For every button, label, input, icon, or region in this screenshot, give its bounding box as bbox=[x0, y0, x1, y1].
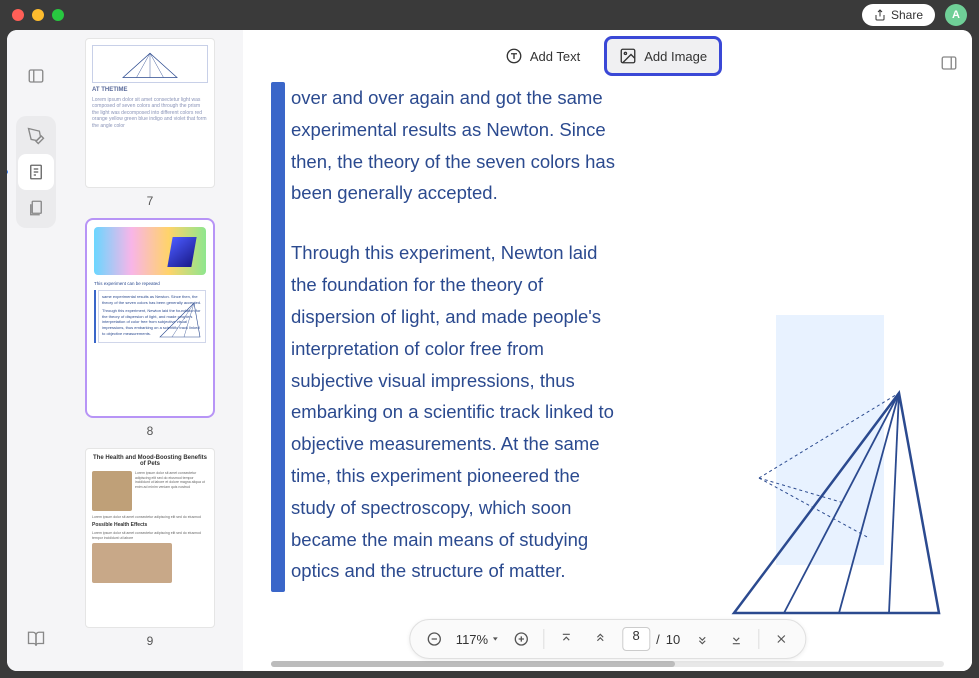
maximize-window-button[interactable] bbox=[52, 9, 64, 21]
sidebar-toggle-button[interactable] bbox=[18, 58, 54, 94]
document-viewport[interactable]: over and over again and got the same exp… bbox=[243, 82, 972, 671]
thumb9-title: The Health and Mood-Boosting Benefits of… bbox=[92, 455, 208, 467]
avatar[interactable]: A bbox=[945, 4, 967, 26]
page-accent-bar bbox=[271, 82, 285, 592]
tool-group bbox=[16, 116, 56, 228]
book-icon bbox=[27, 630, 45, 648]
thumbnail-page-8[interactable]: This experiment can be repeated same exp… bbox=[69, 218, 231, 438]
thumb9-subhead: Possible Health Effects bbox=[92, 522, 208, 528]
horizontal-scrollbar[interactable] bbox=[271, 661, 944, 667]
thumbnail-page-9[interactable]: The Health and Mood-Boosting Benefits of… bbox=[69, 448, 231, 648]
highlighter-tool-button[interactable] bbox=[18, 118, 54, 154]
page-sep: / bbox=[656, 632, 660, 647]
thumb8-snippet: same experimental results as Newton. Sin… bbox=[102, 294, 201, 305]
chevrons-up-bar-icon bbox=[559, 632, 573, 646]
share-button[interactable]: Share bbox=[862, 4, 935, 26]
document-text: over and over again and got the same exp… bbox=[291, 82, 631, 671]
prism-diagram bbox=[724, 363, 944, 623]
thumb7-heading: AT THETIME bbox=[92, 87, 208, 95]
edit-toolbar: Add Text Add Image bbox=[243, 30, 972, 82]
thumb9-dog-image bbox=[92, 543, 172, 583]
add-text-button[interactable]: Add Text bbox=[493, 39, 592, 73]
main-viewport: Add Text Add Image over and over again a… bbox=[243, 30, 972, 671]
bottom-toolbar: 117% 8 / 10 bbox=[409, 619, 806, 659]
chevrons-down-icon bbox=[695, 632, 709, 646]
chevrons-down-bar-icon bbox=[729, 632, 743, 646]
text-icon bbox=[505, 47, 523, 65]
thumb8-label: 8 bbox=[69, 424, 231, 438]
thumb8-image bbox=[94, 227, 206, 275]
thumb8-caption: This experiment can be repeated bbox=[94, 281, 206, 286]
thumb8-prism-icon bbox=[158, 301, 202, 339]
doc-paragraph-1: over and over again and got the same exp… bbox=[291, 82, 615, 209]
minimize-window-button[interactable] bbox=[32, 9, 44, 21]
close-toolbar-button[interactable] bbox=[769, 627, 793, 651]
close-icon bbox=[774, 632, 788, 646]
chevrons-up-icon bbox=[593, 632, 607, 646]
plus-circle-icon bbox=[513, 631, 529, 647]
dropdown-caret-icon bbox=[491, 635, 499, 643]
highlighter-icon bbox=[27, 127, 45, 145]
scrollbar-thumb[interactable] bbox=[271, 661, 675, 667]
edit-tool-button[interactable] bbox=[18, 154, 54, 190]
app-body: AT THETIME Lorem ipsum dolor sit amet co… bbox=[7, 30, 972, 671]
share-icon bbox=[874, 9, 886, 21]
total-pages: 10 bbox=[666, 632, 680, 647]
zoom-level[interactable]: 117% bbox=[456, 632, 499, 647]
share-label: Share bbox=[891, 8, 923, 22]
current-page-input[interactable]: 8 bbox=[622, 627, 650, 651]
pages-icon bbox=[27, 199, 45, 217]
avatar-letter: A bbox=[952, 9, 960, 21]
prism-svg bbox=[724, 363, 944, 623]
window-controls bbox=[12, 9, 64, 21]
image-icon bbox=[619, 47, 637, 65]
document-page: over and over again and got the same exp… bbox=[271, 82, 944, 671]
add-image-label: Add Image bbox=[644, 49, 707, 64]
prism-mini-icon bbox=[93, 46, 207, 82]
page-indicator: 8 / 10 bbox=[622, 627, 680, 651]
add-image-button[interactable]: Add Image bbox=[604, 36, 722, 76]
zoom-out-button[interactable] bbox=[422, 627, 446, 651]
doc-paragraph-2: Through this experiment, Newton laid the… bbox=[291, 237, 615, 587]
minus-circle-icon bbox=[426, 631, 442, 647]
thumb9-label: 9 bbox=[69, 634, 231, 648]
zoom-value: 117% bbox=[456, 632, 488, 647]
thumb9-cat-image bbox=[92, 471, 132, 511]
add-text-label: Add Text bbox=[530, 49, 580, 64]
pages-tool-button[interactable] bbox=[18, 190, 54, 226]
thumbnail-panel[interactable]: AT THETIME Lorem ipsum dolor sit amet co… bbox=[65, 30, 243, 671]
thumbnail-page-7[interactable]: AT THETIME Lorem ipsum dolor sit amet co… bbox=[69, 38, 231, 208]
left-toolbar bbox=[7, 30, 65, 671]
sidebar-icon bbox=[27, 67, 45, 85]
zoom-in-button[interactable] bbox=[509, 627, 533, 651]
edit-page-icon bbox=[27, 163, 45, 181]
prev-page-button[interactable] bbox=[588, 627, 612, 651]
thumb7-label: 7 bbox=[69, 194, 231, 208]
book-view-button[interactable] bbox=[18, 621, 54, 657]
next-page-button[interactable] bbox=[690, 627, 714, 651]
close-window-button[interactable] bbox=[12, 9, 24, 21]
last-page-button[interactable] bbox=[724, 627, 748, 651]
titlebar: Share A bbox=[0, 0, 979, 30]
first-page-button[interactable] bbox=[554, 627, 578, 651]
